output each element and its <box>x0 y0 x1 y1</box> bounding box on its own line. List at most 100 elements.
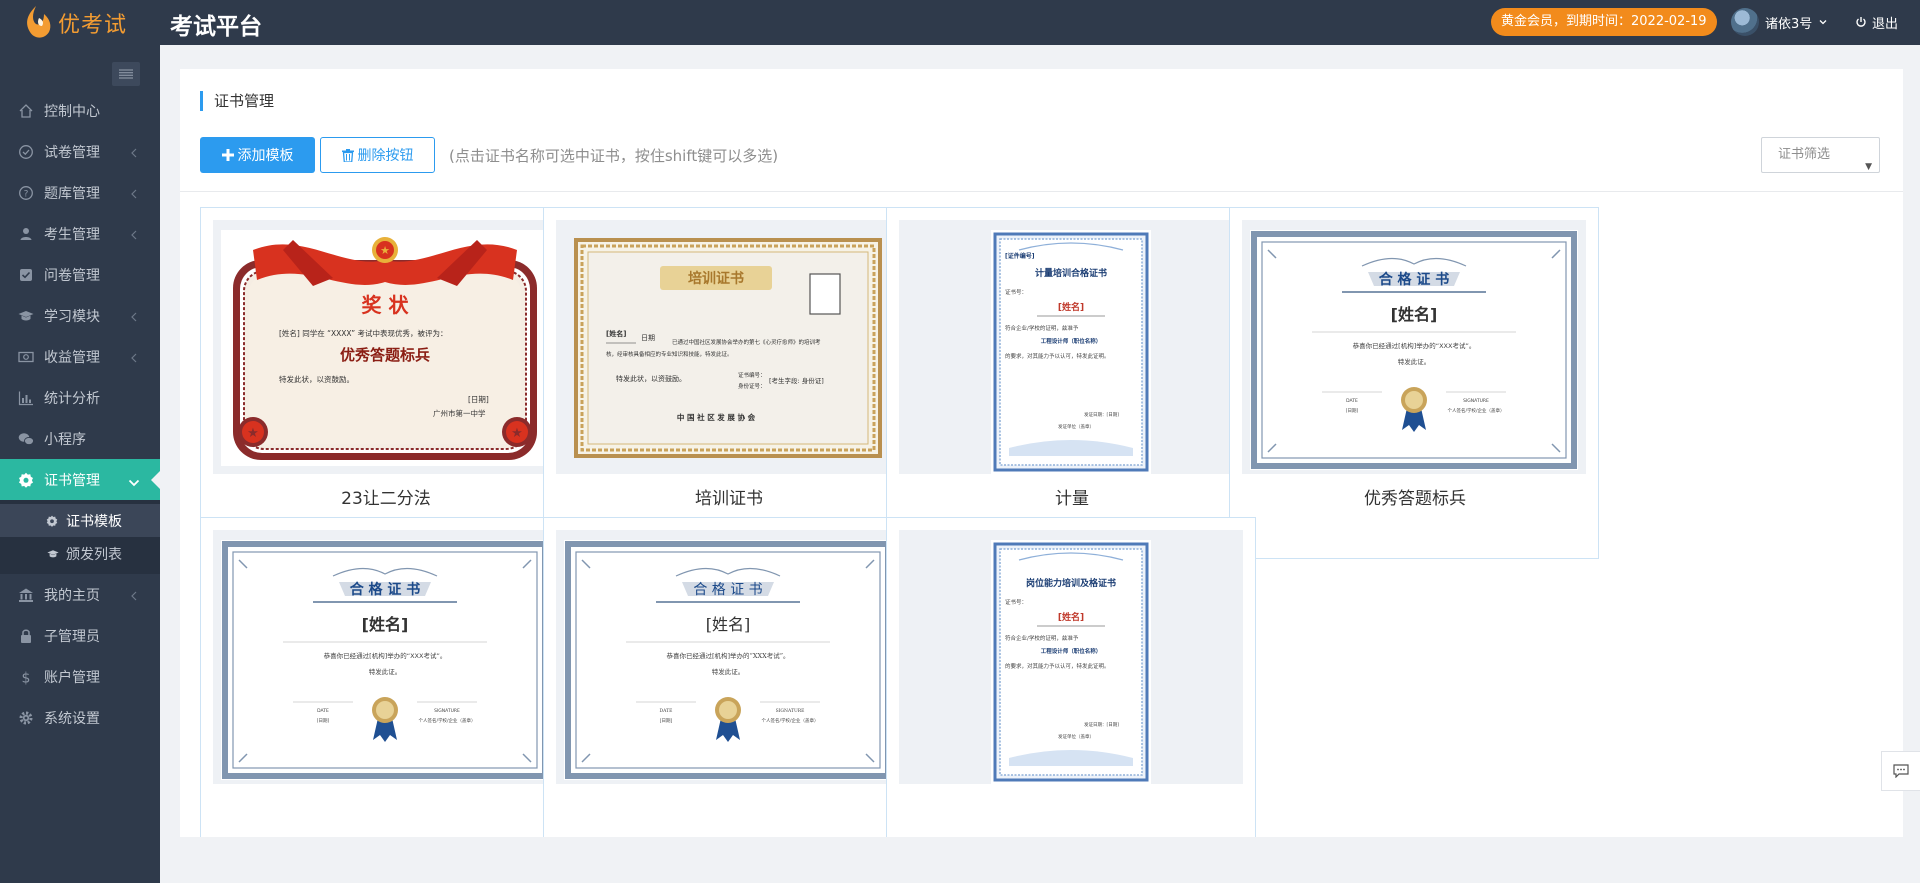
certificate-text: 特发此证。 <box>712 667 745 676</box>
sidebar-item-12[interactable]: $ 账户管理 <box>0 656 160 697</box>
sidebar-item-3[interactable]: 考生管理 <box>0 213 160 254</box>
sidebar-item-7[interactable]: 统计分析 <box>0 377 160 418</box>
certificate-text: 恭喜你已经通过[机构]举办的“XXX考试”。 <box>324 651 447 660</box>
sidebar-item-1[interactable]: 试卷管理 <box>0 131 160 172</box>
certificate-name-field: [姓名] <box>1058 611 1084 623</box>
certificate-text: 恭喜你已经通过[机构]举办的“XXX考试”。 <box>1353 341 1476 350</box>
sidebar-item-5[interactable]: 学习模块 <box>0 295 160 336</box>
user-menu[interactable]: 诸依3号 <box>1731 8 1828 36</box>
feedback-button[interactable] <box>1881 751 1920 791</box>
certificate-signature-field: 个人签名/学校/企业（盖章） <box>1447 407 1504 414</box>
graduation-cap-icon <box>18 308 34 324</box>
certificate-heading: 计量培训合格证书 <box>1035 267 1107 279</box>
certificate-org: 广州市第一中学 <box>433 408 486 418</box>
certificate-card[interactable]: 合 格 证 书 [姓名] 恭喜你已经通过[机构]举办的“XXX考试”。 特发此证。 DA… <box>543 517 913 837</box>
question-circle-icon: ? <box>18 185 34 201</box>
certificate-name[interactable]: 培训证书 <box>544 484 914 509</box>
check-circle-icon <box>18 144 34 160</box>
user-icon <box>18 226 34 242</box>
certificate-org: 发证单位（盖章） <box>1058 733 1094 740</box>
sidebar-item-label: 证书管理 <box>44 472 100 489</box>
vip-badge[interactable]: 黄金会员，到期时间：2022-02-19 <box>1491 8 1717 36</box>
certificate-heading: 岗位能力培训及格证书 <box>1026 577 1116 589</box>
sidebar-item-label: 考生管理 <box>44 226 100 243</box>
certificate-date-field: 日期 <box>641 334 655 342</box>
certificate-date: [日期] <box>468 395 489 404</box>
lock-icon <box>18 628 34 644</box>
certificate-name-field: [姓名] <box>1058 301 1084 313</box>
certificate-thumbnail[interactable]: 合 格 证 书 [姓名] 恭喜你已经通过[机构]举办的“XXX考试”。 特发此证。 DA… <box>556 530 900 784</box>
dollar-icon: $ <box>18 669 34 685</box>
divider <box>180 191 1903 192</box>
certificate-org: 中 国 社 区 发 展 协 会 <box>677 412 756 422</box>
sidebar-item-2[interactable]: ? 题库管理 <box>0 172 160 213</box>
chevron-left-icon <box>130 589 138 601</box>
certificate-card[interactable]: 合 格 证 书 [姓名] 恭喜你已经通过[机构]举办的“XXX考试”。 特发此证。 DA… <box>200 517 570 837</box>
bank-icon <box>18 587 34 603</box>
certificate-text: [姓名] 同学在 “XXXX” 考试中表现优秀，被评为： <box>279 328 448 338</box>
delete-label: 删除按钮 <box>357 148 414 164</box>
certificate-text: 特发此证。 <box>1398 357 1431 366</box>
certificate-thumbnail[interactable]: 合 格 证 书 [姓名] 恭喜你已经通过[机构]举办的“XXX考试”。 特发此证。 DA… <box>213 530 557 784</box>
chevron-down-icon <box>1819 20 1827 25</box>
sidebar-item-11[interactable]: 子管理员 <box>0 615 160 656</box>
chevron-left-icon <box>130 310 138 322</box>
wechat-icon <box>18 431 34 447</box>
certificate-date-label: DATE <box>660 708 673 714</box>
certificate-thumbnail[interactable]: 岗位能力培训及格证书 证书号： [姓名] 符合企业/学校的证明，兹准予 工程设计师（职位… <box>899 530 1243 784</box>
sidebar-collapse-button[interactable] <box>112 62 140 86</box>
sidebar-item-10[interactable]: 我的主页 <box>0 574 160 615</box>
logo[interactable]: 优考试 <box>0 0 160 45</box>
certificate-card[interactable]: [证件编号] 计量培训合格证书 证书号： [姓名] 符合企业/学校的证明，兹准予 工程设计… <box>886 207 1256 559</box>
certificate-org: 发证单位（盖章） <box>1058 423 1094 430</box>
certificate-text: 已通过中国社区发展协会举办的第七《心灵疗愈师》的培训考 <box>672 338 821 346</box>
certificate-filter-select[interactable]: 证书筛选 ▼ <box>1761 137 1880 173</box>
certificate-name-field: [姓名] <box>1391 305 1438 324</box>
certificate-text: 身份证号： <box>738 382 766 390</box>
certificate-name-field: [姓名] <box>706 615 751 634</box>
delete-button[interactable]: 删除按钮 <box>320 137 435 173</box>
certificate-text: 恭喜你已经通过[机构]举办的“XXX考试”。 <box>666 651 789 660</box>
logo-flame-icon <box>27 5 51 38</box>
chevron-left-icon <box>130 351 138 363</box>
sidebar-item-label: 小程序 <box>44 431 86 448</box>
sidebar-subitem-0[interactable]: 证书模板 <box>0 504 160 537</box>
certificate-name[interactable]: 计量 <box>887 484 1257 509</box>
logout-button[interactable]: 退出 <box>1855 8 1898 36</box>
certificate-text: 特发此状，以资鼓励。 <box>616 374 686 383</box>
certificate-thumbnail[interactable]: [证件编号] 计量培训合格证书 证书号： [姓名] 符合企业/学校的证明，兹准予 工程设计… <box>899 220 1243 474</box>
certificate-thumbnail[interactable]: 培训证书 [姓名] 日期 已通过中国社区发展协会举办的第七《心灵疗愈师》的培训考 核，经… <box>556 220 900 474</box>
sidebar-item-0[interactable]: 控制中心 <box>0 90 160 131</box>
chat-icon <box>1893 764 1909 778</box>
gear-icon <box>18 710 34 726</box>
certificate-card[interactable]: 合 格 证 书 [姓名] 恭喜你已经通过[机构]举办的“XXX考试”。 特发此证。 DA… <box>1229 207 1599 559</box>
app-title: 考试平台 <box>170 14 262 40</box>
sidebar-item-8[interactable]: 小程序 <box>0 418 160 459</box>
certificate-card[interactable]: 培训证书 [姓名] 日期 已通过中国社区发展协会举办的第七《心灵疗愈师》的培训考 核，经… <box>543 207 913 559</box>
certificate-name-field: [姓名] <box>606 329 626 338</box>
sidebar: 控制中心 试卷管理? 题库管理考生管理问卷管理 学习模块 收益管理 统计分析小程序证书管理… <box>0 45 160 883</box>
certificate-name-field: [姓名] <box>362 615 409 634</box>
sidebar-item-4[interactable]: 问卷管理 <box>0 254 160 295</box>
sidebar-item-9[interactable]: 证书管理 <box>0 459 160 500</box>
certificate-text: 的要求，对其能力予以认可，特发此证明。 <box>1005 352 1110 360</box>
main-panel: 证书管理 添加模板 删除按钮 (点击证书名称可选中证书，按住shift键可以多选… <box>180 69 1903 837</box>
bar-chart-icon <box>18 390 34 406</box>
certificate-thumbnail[interactable]: 合 格 证 书 [姓名] 恭喜你已经通过[机构]举办的“XXX考试”。 特发此证。 DA… <box>1242 220 1586 474</box>
sidebar-item-label: 我的主页 <box>44 587 100 604</box>
sidebar-item-6[interactable]: 收益管理 <box>0 336 160 377</box>
certificate-thumbnail[interactable]: ★ 奖 状 [姓名] 同学在 “XXXX” 考试中表现优秀，被评为： 优秀答题标兵 特发… <box>213 220 557 474</box>
chevron-left-icon <box>130 146 138 158</box>
certificate-name[interactable]: 23让二分法 <box>201 484 571 509</box>
certificate-name[interactable]: 优秀答题标兵 <box>1230 484 1600 509</box>
certificate-heading: 奖 状 <box>362 293 410 317</box>
certificate-signature-field: 个人签名/学校/企业（盖章） <box>761 717 818 724</box>
certificate-text: 特发此证。 <box>369 667 402 676</box>
add-template-button[interactable]: 添加模板 <box>200 137 315 173</box>
sidebar-subitem-1[interactable]: 颁发列表 <box>0 537 160 570</box>
certificate-card[interactable]: ★ 奖 状 [姓名] 同学在 “XXXX” 考试中表现优秀，被评为： 优秀答题标兵 特发… <box>200 207 570 559</box>
chevron-down-icon <box>128 475 140 487</box>
certificate-card[interactable]: 岗位能力培训及格证书 证书号： [姓名] 符合企业/学校的证明，兹准予 工程设计师（职位… <box>886 517 1256 837</box>
sidebar-item-13[interactable]: 系统设置 <box>0 697 160 738</box>
certificate-text: 发证日期：[日期] <box>1084 411 1119 418</box>
